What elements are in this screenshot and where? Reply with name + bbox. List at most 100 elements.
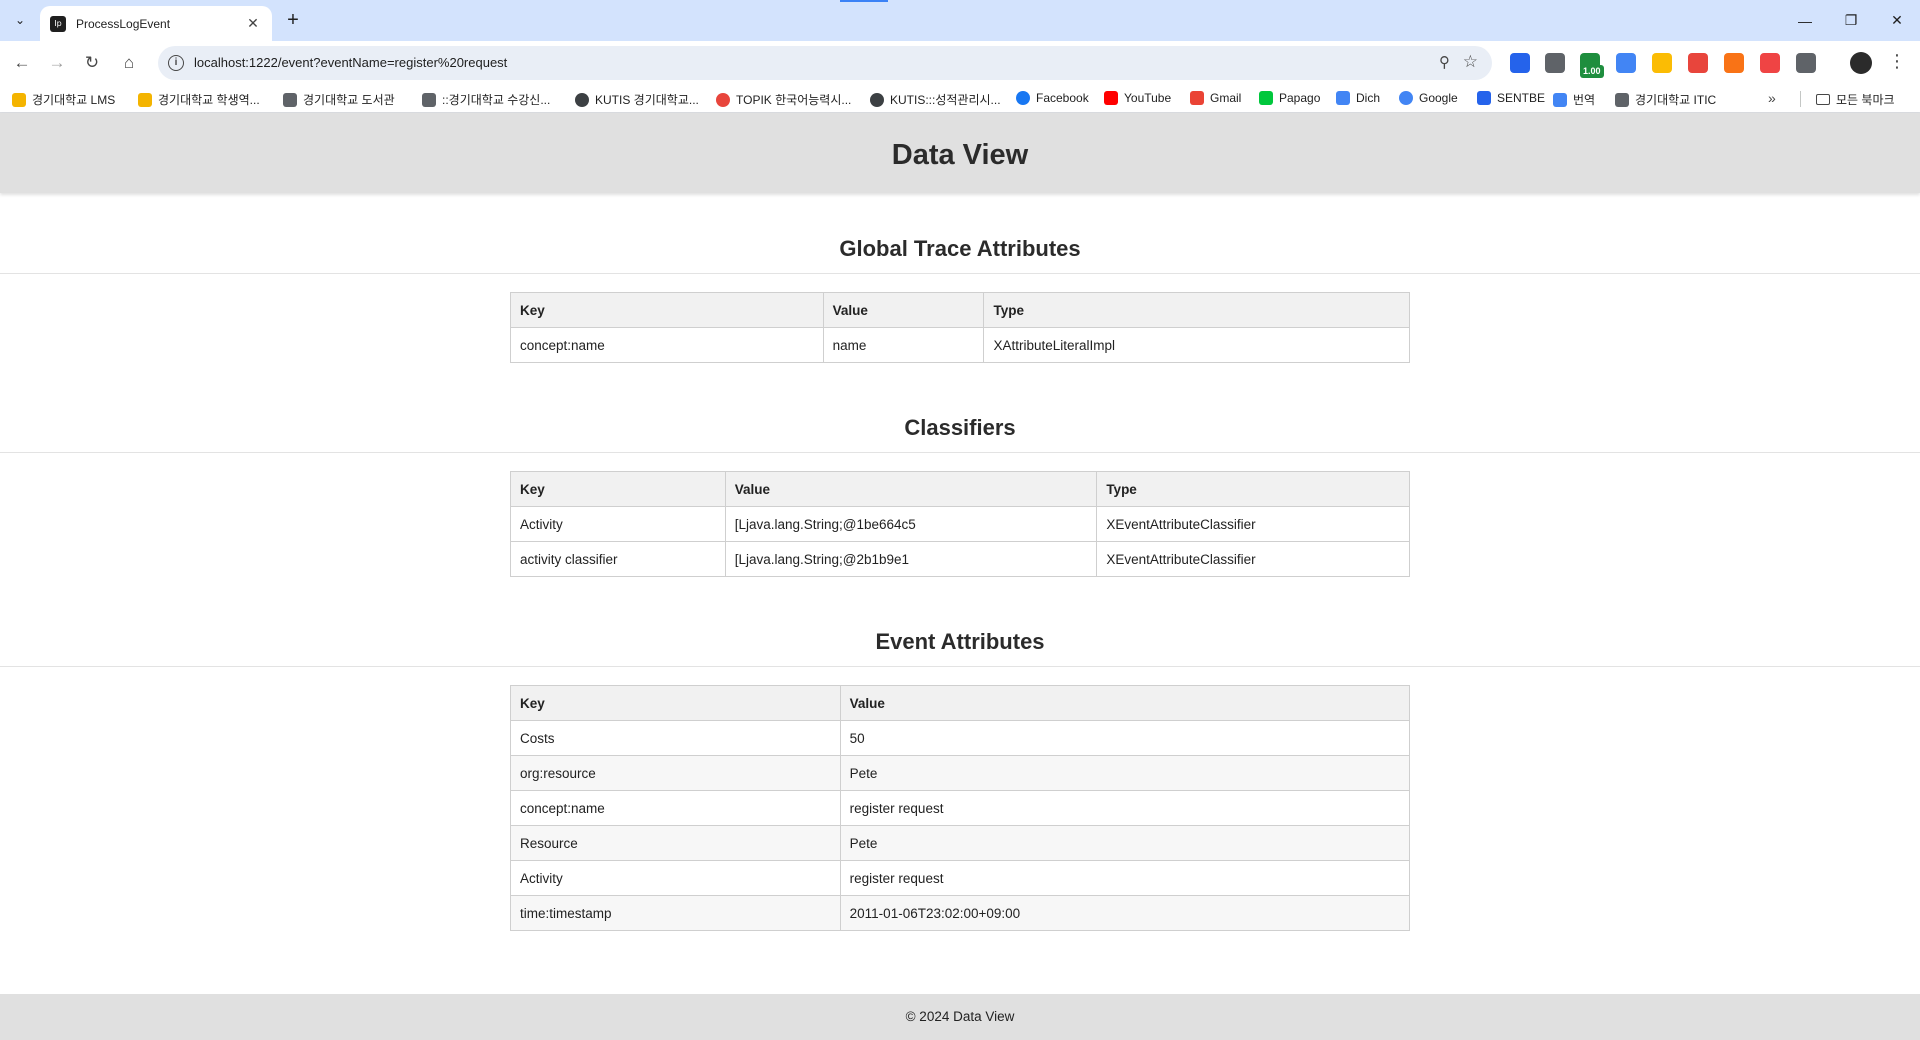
cell-value: register request [839, 860, 1411, 896]
home-icon[interactable]: ⌂ [115, 49, 143, 77]
translate-icon [1336, 91, 1350, 105]
back-arrow-icon[interactable]: ← [8, 49, 36, 77]
table-row: concept:name register request [510, 790, 1411, 826]
extensions-puzzle-icon[interactable] [1796, 53, 1816, 73]
bookmark-item[interactable]: 경기대학교 ITIC [1615, 91, 1716, 108]
zoom-magnifier-icon[interactable]: ⚲ [1439, 53, 1450, 71]
bookmark-item[interactable]: 경기대학교 LMS [12, 91, 115, 108]
profile-avatar[interactable] [1850, 52, 1872, 74]
more-bookmarks-chevron-icon[interactable]: » [1768, 90, 1776, 106]
bookmark-favicon-icon [12, 92, 26, 107]
minimize-icon[interactable]: — [1782, 0, 1828, 41]
bookmarks-bar: 경기대학교 LMS 경기대학교 학생역... 경기대학교 도서관 ::경기대학교… [0, 85, 1920, 113]
column-header: Key [510, 685, 841, 721]
bookmark-item[interactable]: 번역 [1553, 91, 1595, 108]
extension-copy-icon[interactable] [1545, 53, 1565, 73]
cell-value: Pete [839, 755, 1411, 791]
new-tab-plus-icon[interactable]: + [280, 8, 306, 34]
facebook-icon [1016, 91, 1030, 105]
bookmark-favicon-icon [716, 92, 730, 107]
table-row: concept:name name XAttributeLiteralImpl [510, 327, 1410, 363]
cell-key: activity classifier [510, 541, 726, 577]
bookmark-item[interactable]: KUTIS:::성적관리시... [870, 91, 1001, 108]
cell-key: concept:name [510, 790, 841, 826]
restore-icon[interactable]: ❐ [1828, 0, 1874, 41]
column-header: Key [510, 471, 726, 507]
site-info-icon[interactable]: i [168, 55, 184, 71]
bookmark-favicon-icon [575, 92, 589, 107]
column-header: Value [822, 292, 985, 328]
tab-favicon-icon: Ip [50, 15, 66, 32]
bookmark-item[interactable]: 경기대학교 학생역... [138, 91, 260, 108]
reload-icon[interactable]: ↻ [78, 49, 106, 77]
bookmark-item[interactable]: KUTIS 경기대학교... [575, 91, 699, 108]
address-bar[interactable]: i localhost:1222/event?eventName=registe… [158, 46, 1492, 80]
bookmark-item[interactable]: ::경기대학교 수강신... [422, 91, 550, 108]
close-window-icon[interactable]: ✕ [1874, 0, 1920, 41]
browser-toolbar: ← → ↻ ⌂ i localhost:1222/event?eventName… [0, 41, 1920, 85]
cell-key: time:timestamp [510, 895, 841, 931]
google-icon [1399, 91, 1413, 105]
bookmark-item[interactable]: Papago [1259, 91, 1320, 105]
bookmark-item[interactable]: Google [1399, 91, 1458, 105]
cell-key: concept:name [510, 327, 824, 363]
bookmark-favicon-icon [422, 92, 436, 107]
page-footer: © 2024 Data View [0, 994, 1920, 1040]
tab-title: ProcessLogEvent [76, 16, 171, 31]
global-trace-table: Key Value Type concept:name name XAttrib… [510, 292, 1410, 363]
cell-value: 50 [839, 720, 1411, 756]
bookmark-item[interactable]: Dich [1336, 91, 1380, 105]
cell-value: name [822, 327, 985, 363]
forward-arrow-icon[interactable]: → [43, 49, 71, 77]
bookmark-star-icon[interactable]: ☆ [1463, 52, 1478, 72]
folder-icon [1816, 94, 1830, 105]
cell-type: XAttributeLiteralImpl [983, 327, 1410, 363]
classifiers-table: Key Value Type Activity [Ljava.lang.Stri… [510, 471, 1410, 577]
column-header: Type [983, 292, 1410, 328]
bookmark-item[interactable]: SENTBE [1477, 91, 1545, 105]
column-header: Value [724, 471, 1098, 507]
cell-key: Activity [510, 860, 841, 896]
column-header: Value [839, 685, 1411, 721]
extension-l-icon[interactable] [1724, 53, 1744, 73]
tab-close-icon[interactable]: ✕ [244, 15, 262, 32]
cell-key: Resource [510, 825, 841, 861]
table-row: Resource Pete [510, 825, 1411, 861]
bookmark-item[interactable]: YouTube [1104, 91, 1171, 105]
sentbe-icon [1477, 91, 1491, 105]
section-title-global-trace: Global Trace Attributes [839, 236, 1081, 261]
cell-type: XEventAttributeClassifier [1096, 541, 1410, 577]
bookmark-item[interactable]: 경기대학교 도서관 [283, 91, 395, 108]
bookmark-item[interactable]: Facebook [1016, 91, 1089, 105]
all-bookmarks-folder[interactable]: 모든 북마크 [1816, 91, 1895, 108]
cell-value: [Ljava.lang.String;@1be664c5 [724, 506, 1098, 542]
youtube-icon [1104, 91, 1118, 105]
extension-badge: 1.00 [1580, 65, 1604, 78]
column-header: Type [1096, 471, 1410, 507]
table-row: Activity register request [510, 860, 1411, 896]
tab-strip-accent [840, 0, 888, 2]
tab-active[interactable]: Ip ProcessLogEvent ✕ [40, 6, 272, 41]
event-attributes-table: Key Value Costs 50 org:resource Pete con… [510, 685, 1411, 931]
url-text[interactable]: localhost:1222/event?eventName=register%… [194, 55, 507, 70]
bookmarks-divider [1800, 91, 1801, 107]
table-row: Activity [Ljava.lang.String;@1be664c5 XE… [510, 506, 1410, 542]
tab-search-chevron-icon[interactable]: ⌄ [8, 8, 32, 32]
bookmark-item[interactable]: TOPIK 한국어능력시... [716, 91, 851, 108]
extension-docs-icon[interactable] [1510, 53, 1530, 73]
table-row: org:resource Pete [510, 755, 1411, 791]
cell-type: XEventAttributeClassifier [1096, 506, 1410, 542]
page-header: Data View [0, 113, 1920, 193]
cell-value: 2011-01-06T23:02:00+09:00 [839, 895, 1411, 931]
section-divider [0, 666, 1920, 667]
extension-arrow-icon[interactable] [1760, 53, 1780, 73]
browser-menu-icon[interactable]: ⋮ [1888, 51, 1906, 72]
bookmark-favicon-icon [870, 92, 884, 107]
section-divider [0, 452, 1920, 453]
extension-code-icon[interactable] [1688, 53, 1708, 73]
cell-key: Activity [510, 506, 726, 542]
bookmark-favicon-icon [138, 92, 152, 107]
extension-drive-icon[interactable] [1652, 53, 1672, 73]
extension-translate-icon[interactable] [1616, 53, 1636, 73]
bookmark-item[interactable]: Gmail [1190, 91, 1241, 105]
